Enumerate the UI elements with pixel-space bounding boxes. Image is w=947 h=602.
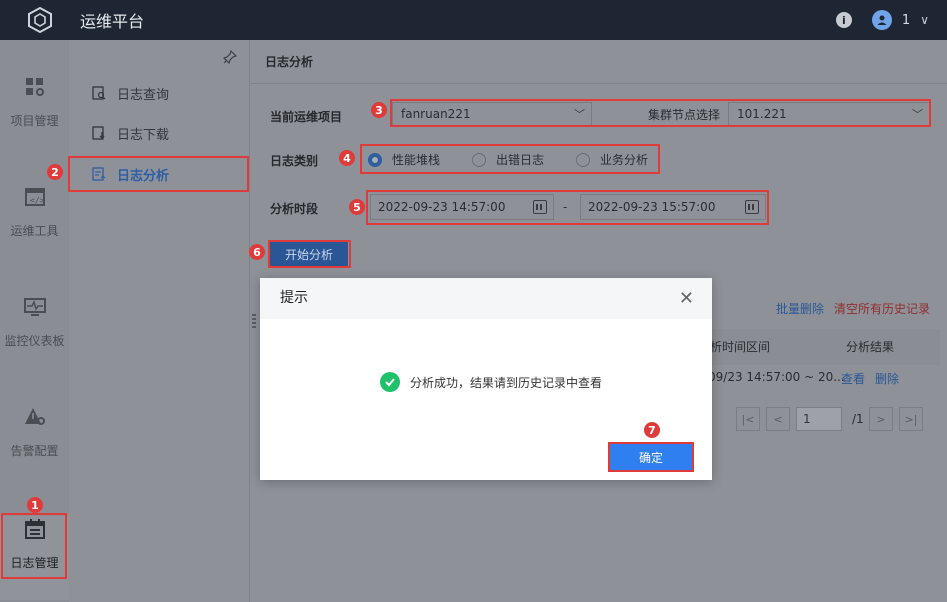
node-select[interactable]: 101.221 ﹀ xyxy=(728,102,930,126)
project-label: 当前运维项目 xyxy=(270,110,343,124)
node-label-cell: 集群节点选择 xyxy=(594,102,728,126)
rail-item-logs[interactable]: 日志管理 xyxy=(0,516,69,600)
radio-label: 出错日志 xyxy=(496,153,545,167)
app-logo-icon[interactable] xyxy=(27,7,53,33)
calendar-icon[interactable] xyxy=(745,200,759,214)
radio-error-log[interactable]: 出错日志 xyxy=(472,151,544,168)
radio-label: 业务分析 xyxy=(600,153,649,167)
primary-sidebar: 项目管理 </> 运维工具 监控仪表板 告警配置 日志管理 xyxy=(0,40,69,602)
secondary-sidebar: 日志查询 日志下载 日志分析 xyxy=(69,40,250,602)
radio-performance-stack[interactable]: 性能堆栈 xyxy=(368,151,440,168)
dialog-header: 提示 ✕ xyxy=(260,278,712,319)
step-marker: 4 xyxy=(339,150,355,166)
rail-item-project[interactable]: 项目管理 xyxy=(0,76,69,129)
calendar-icon[interactable] xyxy=(533,200,547,214)
success-dialog: 提示 ✕ 分析成功，结果请到历史记录中查看 确定 xyxy=(260,278,712,480)
delete-link[interactable]: 删除 xyxy=(875,370,899,387)
first-page-icon[interactable]: |< xyxy=(736,407,760,431)
end-time-input[interactable]: 2022-09-23 15:57:00 xyxy=(580,194,766,220)
rail-item-monitor[interactable]: 监控仪表板 xyxy=(0,296,69,349)
monitor-pulse-icon xyxy=(23,296,46,318)
radio-label: 性能堆栈 xyxy=(392,153,441,167)
step-marker: 7 xyxy=(644,422,660,438)
type-label: 日志类别 xyxy=(270,154,319,168)
last-page-icon[interactable]: >| xyxy=(899,407,923,431)
period-label: 分析时段 xyxy=(270,202,319,216)
rail-label: 监控仪表板 xyxy=(4,334,65,348)
project-select[interactable]: fanruan221 ﹀ xyxy=(392,102,592,126)
step-marker: 3 xyxy=(371,102,387,118)
column-header-range: 析时间区间 xyxy=(710,340,771,354)
calendar-log-icon xyxy=(24,518,46,540)
radio-business-analysis[interactable]: 业务分析 xyxy=(576,151,648,168)
step-marker: 1 xyxy=(27,497,43,513)
rail-label: 项目管理 xyxy=(10,114,59,128)
prev-page-icon[interactable]: < xyxy=(766,407,790,431)
batch-delete-link[interactable]: 批量删除 xyxy=(776,300,824,317)
date-separator: - xyxy=(563,200,568,214)
rail-label: 日志管理 xyxy=(10,556,59,570)
column-header-result: 分析结果 xyxy=(846,340,895,354)
warning-gear-icon xyxy=(24,406,46,428)
end-time-value: 2022-09-23 15:57:00 xyxy=(588,200,716,214)
page-title: 日志分析 xyxy=(251,40,947,84)
subnav-label: 日志分析 xyxy=(117,168,170,184)
dialog-title: 提示 xyxy=(280,290,308,306)
table-cell-range: 09/23 14:57:00 ~ 20... xyxy=(708,370,845,384)
subnav-item-log-analysis[interactable]: 日志分析 xyxy=(69,156,250,192)
rail-label: 告警配置 xyxy=(10,444,59,458)
close-icon[interactable]: ✕ xyxy=(679,278,694,319)
radio-dot xyxy=(472,152,486,167)
start-time-input[interactable]: 2022-09-23 14:57:00 xyxy=(370,194,554,220)
dialog-message: 分析成功，结果请到历史记录中查看 xyxy=(380,372,602,392)
subnav-item-log-query[interactable]: 日志查询 xyxy=(69,75,250,111)
radio-dot xyxy=(576,152,590,167)
svg-text:</>: </> xyxy=(30,196,45,205)
success-check-icon xyxy=(380,372,400,392)
node-select-value: 101.221 xyxy=(737,107,787,121)
clear-history-link[interactable]: 清空所有历史记录 xyxy=(834,300,930,317)
confirm-button[interactable]: 确定 xyxy=(610,444,692,470)
chevron-down-icon[interactable]: ∨ xyxy=(920,13,929,27)
next-page-icon[interactable]: > xyxy=(869,407,893,431)
info-icon[interactable]: i xyxy=(835,12,852,28)
start-time-value: 2022-09-23 14:57:00 xyxy=(378,200,506,214)
page-number-input[interactable]: 1 xyxy=(796,407,842,431)
view-link[interactable]: 查看 xyxy=(841,370,865,387)
subnav-label: 日志查询 xyxy=(117,87,170,103)
start-analysis-button[interactable]: 开始分析 xyxy=(270,242,348,266)
chevron-down-icon: ﹀ xyxy=(574,108,585,121)
rail-item-tools[interactable]: </> 运维工具 xyxy=(0,186,69,239)
log-search-icon xyxy=(91,85,107,101)
subnav-label: 日志下载 xyxy=(117,127,170,143)
chevron-down-icon: ﹀ xyxy=(912,108,923,121)
rail-label: 运维工具 xyxy=(10,224,59,238)
node-label: 集群节点选择 xyxy=(647,107,720,122)
pin-icon[interactable] xyxy=(222,49,238,68)
project-select-value: fanruan221 xyxy=(401,107,471,121)
page-total: /1 xyxy=(852,412,864,426)
log-download-icon xyxy=(91,125,107,141)
app-title: 运维平台 xyxy=(80,12,145,31)
step-marker: 2 xyxy=(47,164,63,180)
analysis-form: 当前运维项目 fanruan221 ﹀ 集群节点选择 101.221 ﹀ 日志类… xyxy=(260,90,940,275)
step-marker: 6 xyxy=(249,244,265,260)
subnav-item-log-download[interactable]: 日志下载 xyxy=(69,115,250,151)
user-name[interactable]: 1 xyxy=(902,13,910,28)
grid-gear-icon xyxy=(24,76,46,98)
top-bar: 运维平台 i 1 ∨ xyxy=(0,0,947,40)
log-analysis-icon xyxy=(91,166,107,182)
user-avatar-icon[interactable] xyxy=(871,10,892,30)
dialog-message-text: 分析成功，结果请到历史记录中查看 xyxy=(410,375,603,390)
step-marker: 5 xyxy=(349,199,365,215)
radio-dot xyxy=(368,152,382,167)
resize-handle[interactable] xyxy=(252,314,256,328)
code-window-icon: </> xyxy=(24,186,46,208)
rail-item-alerts[interactable]: 告警配置 xyxy=(0,406,69,459)
